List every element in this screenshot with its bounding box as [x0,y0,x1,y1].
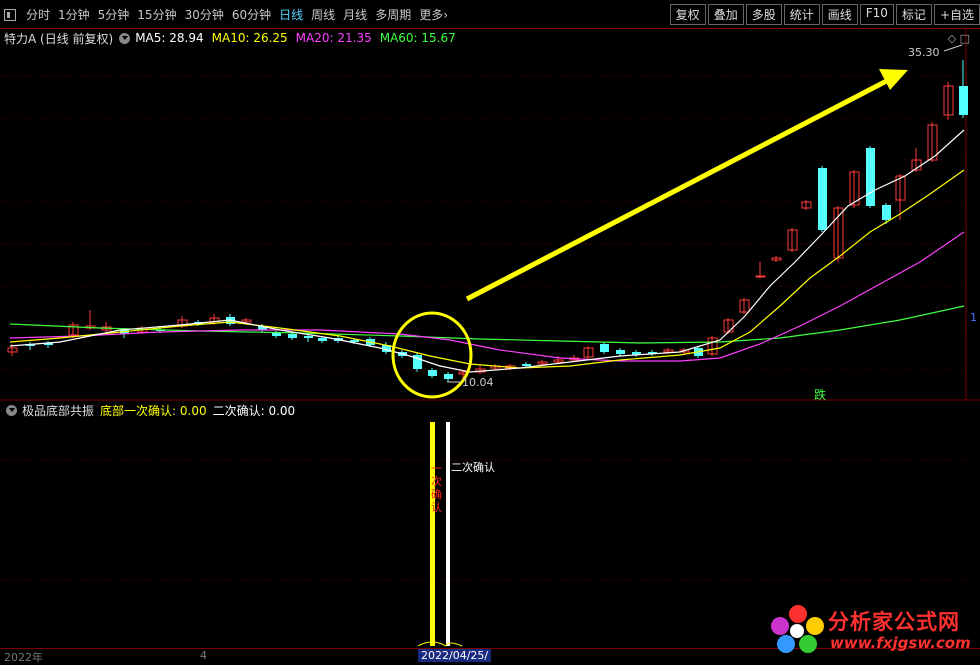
second-confirm-value: 二次确认: 0.00 [212,403,296,418]
high-price-label: 35.30 [908,46,940,59]
ma60-line [9,305,965,344]
die-marker: 跌 [814,388,827,402]
indicator-baseline [417,641,463,647]
diamond-icon[interactable]: ◇ [948,32,956,45]
first-confirm-vertical-label: 一次确认 [431,462,442,514]
first-confirm-value: 底部一次确认: 0.00 [100,403,207,418]
selected-date: 2022/04/25/ [418,649,492,662]
ma20-line [9,231,965,362]
site-logo: 分析家公式网 www.fxjgsw.com [770,604,971,656]
trend-arrow-line [465,71,902,302]
candle-body-down [428,370,437,376]
candle-body-down [304,336,313,338]
second-confirm-bar [446,422,450,646]
kline-chart [0,29,980,647]
high-pointer-line [943,44,963,52]
corner-icons: ◇ □ [948,32,970,45]
candle-body-down [959,86,968,115]
candle-body-up [755,275,766,278]
candle-body-down [318,338,327,341]
ma-lines-group [9,129,965,373]
candle-body-down [818,168,827,230]
ma60-label: MA60: 15.67 [379,31,456,45]
candle-body-down [882,205,891,220]
logo-url: www.fxjgsw.com [830,634,971,652]
ma5-line [9,129,965,373]
date-axis-label: 2022年 [4,651,43,664]
date-axis-mark: 4 [200,649,207,662]
logo-text: 分析家公式网 [828,610,960,634]
low-price-label: 10.04 [462,376,494,389]
indicator-dropdown-icon[interactable] [6,404,17,416]
stock-title: 特力A (日线 前复权) [4,31,114,46]
ma5-label: MA5: 28.94 [135,31,204,45]
candle-body-down [288,334,297,338]
chart-info: 特力A (日线 前复权) MA5: 28.94 MA10: 26.25 MA20… [4,30,464,46]
square-icon[interactable]: □ [960,32,970,45]
first-confirm-bar [430,422,435,646]
ma10-label: MA10: 26.25 [211,31,288,45]
flower-logo-icon [771,605,824,653]
dropdown-circle-icon[interactable] [119,32,131,44]
candle-body-down [522,364,531,366]
candle-body-down [600,344,609,352]
indicator-info: 极品底部共振 底部一次确认: 0.00 二次确认: 0.00 [4,402,295,418]
candles-group [7,60,968,382]
candle-body-down [866,148,875,206]
indicator-name: 极品底部共振 [22,403,95,418]
trend-arrow-head [879,69,908,90]
right-edge-label: 1 [970,311,977,324]
candle-body-down [616,350,625,354]
ma20-label: MA20: 21.35 [295,31,372,45]
candle-body-down [444,374,453,379]
chart-grid [0,75,966,641]
second-confirm-label: 二次确认 [451,461,495,474]
